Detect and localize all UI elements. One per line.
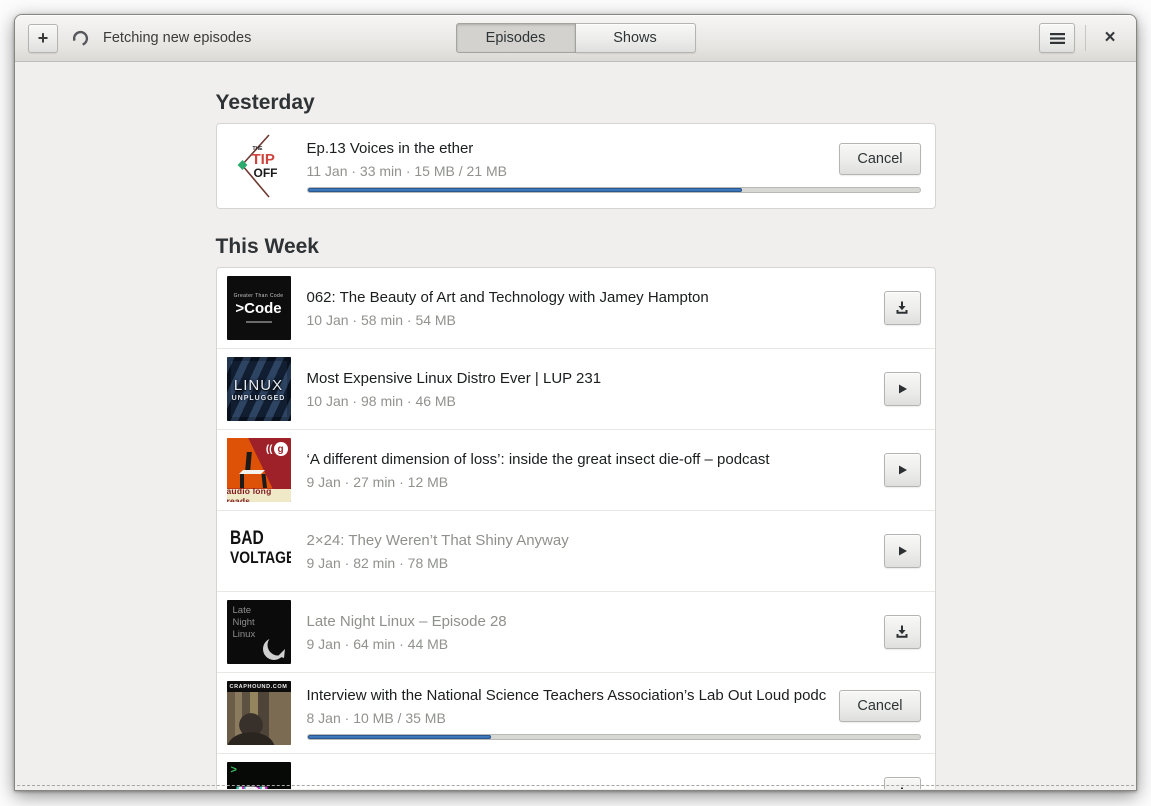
- view-switcher: Episodes Shows: [455, 23, 696, 53]
- episode-row-late-night-linux: Late Night Linux Late Night Linux – Epis…: [216, 591, 935, 672]
- episode-meta: 9 Jan · 82 min · 78 MB: [306, 554, 449, 571]
- episode-meta: 10 Jan · 58 min · 54 MB: [306, 311, 456, 328]
- play-episode-button[interactable]: [883, 534, 921, 568]
- add-podcast-button[interactable]: +: [28, 23, 58, 53]
- artwork-text: Night: [232, 616, 255, 628]
- episode-title: Late Night Linux – Episode 28: [306, 612, 507, 630]
- episode-title: Ep.13 Voices in the ether: [306, 139, 474, 157]
- episode-title: Interview with the National Science Teac…: [306, 686, 828, 704]
- menu-button[interactable]: [1039, 23, 1075, 53]
- podcast-artwork-audio-long-reads: (( g audio long reads: [226, 438, 291, 502]
- download-progressbar: [306, 733, 921, 740]
- podcast-artwork-late-night-linux: Late Night Linux: [226, 600, 291, 664]
- episode-row-linux-unplugged: LINUX UNPLUGGED Most Expensive Linux Dis…: [216, 348, 935, 429]
- episode-title: Bot or Not: [307, 786, 872, 790]
- header-bar: + Fetching new episodes Episodes Shows ×: [15, 15, 1136, 62]
- download-episode-button[interactable]: [883, 615, 921, 649]
- episode-row-bad-voltage: BAD VOLTAGE 2×24: They Weren’t That Shin…: [216, 510, 935, 591]
- episode-title: 2×24: They Weren’t That Shiny Anyway: [306, 531, 569, 549]
- episode-row-irl: > IRL Bot or Not: [216, 753, 935, 790]
- podcast-artwork-linux-unplugged: LINUX UNPLUGGED: [226, 357, 291, 421]
- play-icon: [899, 465, 907, 475]
- artwork-text: Greater Than Code: [233, 293, 284, 299]
- episode-row-craphound: CRAPHOUND.COM Interview with the Nationa…: [216, 672, 935, 753]
- podcast-artwork-greater-than-code: Greater Than Code >Code: [226, 276, 291, 340]
- artwork-text: OFF: [253, 166, 278, 180]
- download-icon: [896, 301, 908, 314]
- close-window-button[interactable]: ×: [1096, 23, 1124, 53]
- portrait-photo: [226, 692, 291, 745]
- artwork-text: LINUX: [233, 376, 284, 394]
- episode-title: ‘A different dimension of loss’: inside …: [306, 450, 770, 468]
- episode-row-greater-than-code: Greater Than Code >Code 062: The Beauty …: [217, 268, 935, 348]
- artwork-text: IRL: [238, 783, 275, 789]
- episode-title: 062: The Beauty of Art and Technology wi…: [306, 288, 709, 306]
- episode-meta: 10 Jan · 98 min · 46 MB: [306, 392, 456, 409]
- artwork-text: TIP: [251, 151, 275, 168]
- section-heading-yesterday: Yesterday: [215, 91, 315, 114]
- guardian-logo: g: [273, 442, 288, 456]
- play-episode-button[interactable]: [883, 372, 921, 406]
- bottom-dashed-indicator: [17, 785, 1134, 786]
- artwork-text: audio long reads: [226, 486, 291, 502]
- episode-meta: 8 Jan · 10 MB / 35 MB: [306, 709, 446, 726]
- episode-meta: 9 Jan · 64 min · 44 MB: [306, 635, 449, 652]
- podcast-artwork-bad-voltage: BAD VOLTAGE: [226, 519, 291, 583]
- loading-spinner-icon: [72, 30, 89, 46]
- status-text: Fetching new episodes: [103, 30, 252, 46]
- this-week-card: Greater Than Code >Code 062: The Beauty …: [215, 267, 936, 790]
- episode-row-tipoff: THE TIP OFF Ep.13 Voices in the ether 11…: [217, 124, 935, 208]
- podcast-artwork-tipoff: THE TIP OFF: [226, 134, 291, 198]
- artwork-text: BAD: [229, 528, 264, 549]
- episode-row-audio-long-reads: (( g audio long reads ‘A different dimen…: [216, 429, 935, 510]
- artwork-text: Late: [232, 605, 252, 616]
- download-icon: [896, 625, 908, 638]
- artwork-text: VOLTAGE: [229, 547, 291, 567]
- episodes-list-view: Yesterday THE TIP OFF Ep.13 Voices in th…: [15, 62, 1136, 789]
- artwork-text: ((: [265, 443, 273, 455]
- crescent-moon-graphic: [262, 636, 288, 660]
- header-separator: [1085, 25, 1086, 51]
- artwork-text: >Code: [235, 300, 282, 317]
- artwork-text: >: [230, 764, 237, 776]
- close-icon: ×: [1104, 27, 1116, 48]
- podcast-artwork-craphound: CRAPHOUND.COM: [226, 681, 291, 745]
- hamburger-icon: [1049, 32, 1065, 44]
- download-progressbar: [306, 186, 921, 193]
- play-icon: [899, 384, 907, 394]
- section-heading-this-week: This Week: [215, 235, 319, 258]
- play-icon: [899, 546, 907, 556]
- tab-episodes[interactable]: Episodes: [455, 23, 576, 53]
- artwork-text: UNPLUGGED: [231, 394, 286, 402]
- download-icon: [901, 787, 903, 789]
- yesterday-card: THE TIP OFF Ep.13 Voices in the ether 11…: [215, 123, 936, 209]
- artwork-text: CRAPHOUND.COM: [226, 681, 291, 692]
- tab-shows[interactable]: Shows: [575, 23, 696, 53]
- chair-graphic: [238, 452, 267, 488]
- download-episode-button[interactable]: [883, 291, 921, 325]
- download-episode-button[interactable]: [883, 777, 921, 789]
- episode-title: Most Expensive Linux Distro Ever | LUP 2…: [306, 369, 602, 387]
- cancel-download-button[interactable]: Cancel: [839, 690, 921, 722]
- cancel-download-button[interactable]: Cancel: [839, 143, 921, 175]
- episode-meta: 11 Jan · 33 min · 15 MB / 21 MB: [306, 162, 508, 179]
- episode-meta: 9 Jan · 27 min · 12 MB: [306, 473, 449, 490]
- play-episode-button[interactable]: [883, 453, 921, 487]
- podcasts-app-window: + Fetching new episodes Episodes Shows ×…: [14, 14, 1137, 791]
